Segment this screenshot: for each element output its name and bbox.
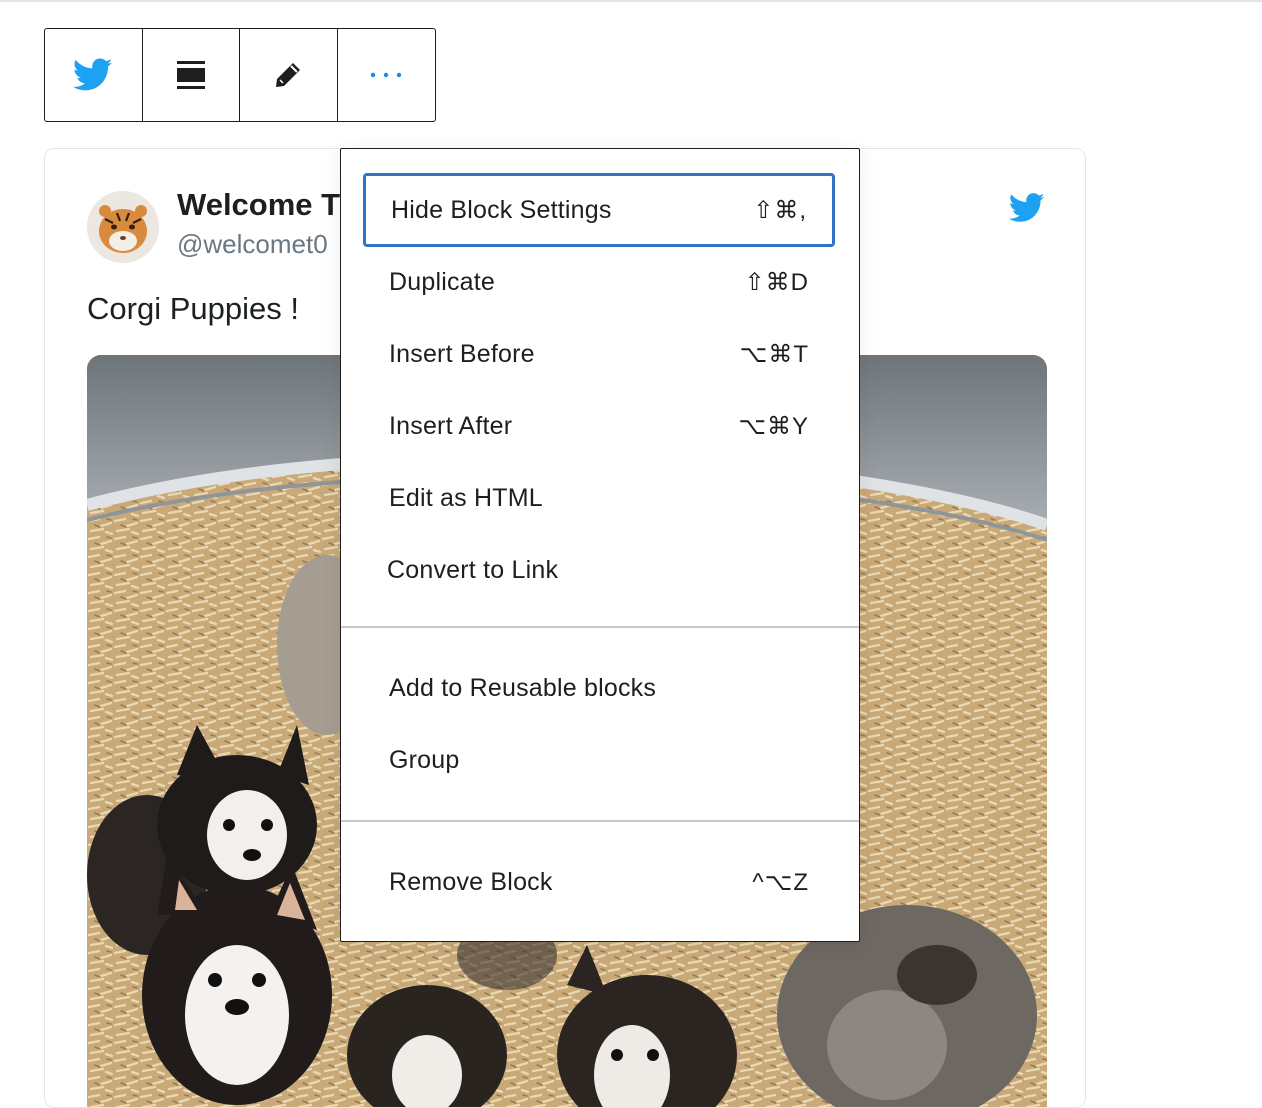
tweet-author-name[interactable]: Welcome T [177, 187, 340, 223]
tiger-avatar-image [87, 191, 159, 263]
menu-item-label: Group [389, 745, 460, 774]
twitter-icon [1008, 193, 1045, 222]
menu-item-remove-block[interactable]: Remove Block ^⌥Z [363, 845, 835, 919]
more-options-button[interactable] [338, 29, 436, 121]
menu-item-shortcut: ⇧⌘D [744, 268, 809, 296]
menu-item-label: Add to Reusable blocks [389, 673, 657, 702]
pencil-icon [276, 63, 301, 87]
twitter-logo[interactable] [1008, 193, 1045, 228]
menu-item-label: Edit as HTML [389, 483, 543, 512]
menu-item-duplicate[interactable]: Duplicate ⇧⌘D [363, 245, 835, 319]
menu-item-label: Insert Before [389, 339, 535, 368]
menu-item-shortcut: ⌥⌘Y [738, 412, 809, 440]
menu-item-label: Convert to Link [387, 555, 559, 584]
menu-item-label: Insert After [389, 411, 513, 440]
block-settings-menu: Hide Block Settings ⇧⌘, Duplicate ⇧⌘D In… [340, 148, 860, 942]
avatar[interactable] [87, 191, 159, 263]
menu-item-label: Duplicate [389, 267, 496, 296]
menu-item-insert-after[interactable]: Insert After ⌥⌘Y [363, 389, 835, 463]
menu-item-convert-to-link[interactable]: Convert to Link [363, 533, 835, 607]
menu-item-label: Hide Block Settings [391, 195, 612, 224]
menu-item-shortcut: ⌥⌘T [739, 340, 809, 368]
block-type-button[interactable] [45, 29, 143, 121]
align-icon [176, 61, 205, 89]
menu-separator [341, 820, 859, 822]
menu-item-edit-as-html[interactable]: Edit as HTML [363, 461, 835, 535]
tweet-text: Corgi Puppies ! [87, 291, 299, 326]
menu-item-group[interactable]: Group [363, 723, 835, 797]
twitter-icon [73, 58, 113, 91]
tweet-author-handle[interactable]: @welcomet0 [177, 229, 328, 260]
edit-button[interactable] [240, 29, 338, 121]
menu-item-shortcut: ^⌥Z [752, 868, 809, 896]
menu-separator [341, 626, 859, 628]
menu-item-shortcut: ⇧⌘, [753, 196, 807, 224]
top-divider [0, 0, 1262, 2]
more-options-icon [371, 72, 402, 78]
align-button[interactable] [143, 29, 240, 121]
menu-item-label: Remove Block [389, 867, 553, 896]
menu-item-add-to-reusable-blocks[interactable]: Add to Reusable blocks [363, 651, 835, 725]
block-toolbar [44, 28, 436, 122]
menu-item-insert-before[interactable]: Insert Before ⌥⌘T [363, 317, 835, 391]
menu-item-hide-block-settings[interactable]: Hide Block Settings ⇧⌘, [363, 173, 835, 247]
